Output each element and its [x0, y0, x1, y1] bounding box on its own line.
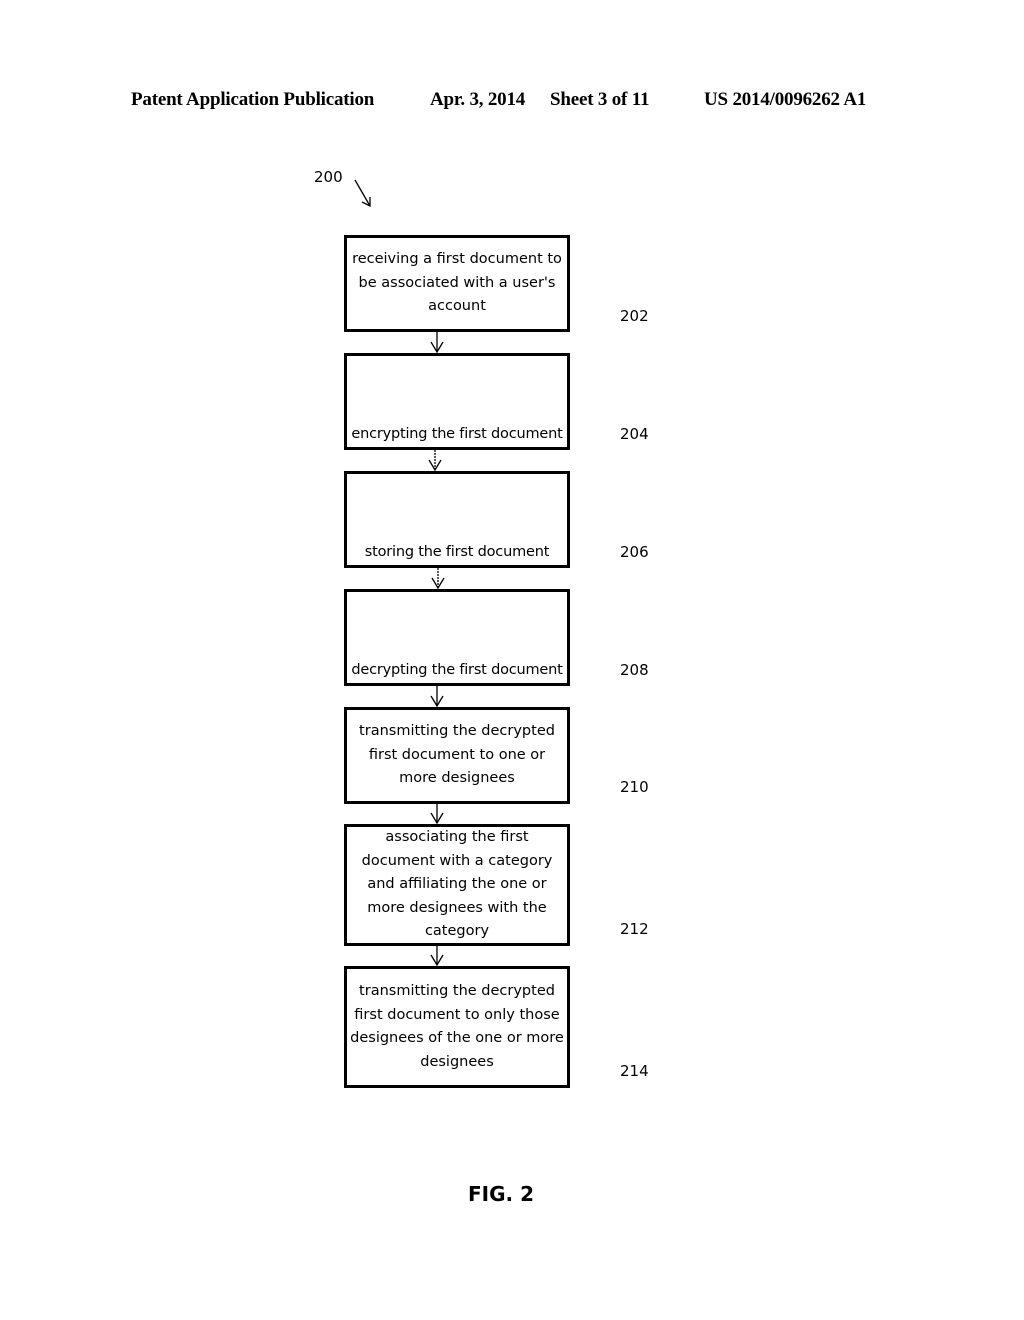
step-ref-210: 210	[620, 778, 649, 796]
step-text: storing the first document	[364, 543, 550, 560]
flow-step-208: decrypting the first document	[344, 589, 570, 686]
step-text: associating the first document with a ca…	[361, 829, 553, 940]
step-ref-206: 206	[620, 543, 649, 561]
flow-step-206: storing the first document	[344, 471, 570, 568]
step-ref-202: 202	[620, 307, 649, 325]
step-text: transmitting the decrypted first documen…	[359, 723, 555, 787]
figure-caption: FIG. 2	[468, 1182, 534, 1206]
connector-arrow-202-204	[430, 332, 444, 354]
connector-arrow-206-208	[431, 568, 445, 590]
flow-step-210: transmitting the decrypted first documen…	[344, 707, 570, 804]
connector-arrow-210-212	[430, 804, 444, 825]
step-ref-204: 204	[620, 425, 649, 443]
step-text: receiving a first document to be associa…	[352, 251, 562, 315]
step-ref-214: 214	[620, 1062, 649, 1080]
connector-arrow-212-214	[430, 946, 444, 967]
flow-step-212: associating the first document with a ca…	[344, 824, 570, 946]
step-ref-208: 208	[620, 661, 649, 679]
step-text: encrypting the first document	[351, 425, 563, 442]
connector-arrow-204-206	[428, 450, 442, 472]
step-text: decrypting the first document	[351, 661, 563, 678]
flow-step-204: encrypting the first document	[344, 353, 570, 450]
step-ref-212: 212	[620, 920, 649, 938]
flow-step-214: transmitting the decrypted first documen…	[344, 966, 570, 1088]
connector-arrow-208-210	[430, 686, 444, 708]
figure-ref-arrow	[354, 179, 371, 208]
flow-step-202: receiving a first document to be associa…	[344, 235, 570, 332]
step-text: transmitting the decrypted first documen…	[350, 983, 564, 1070]
